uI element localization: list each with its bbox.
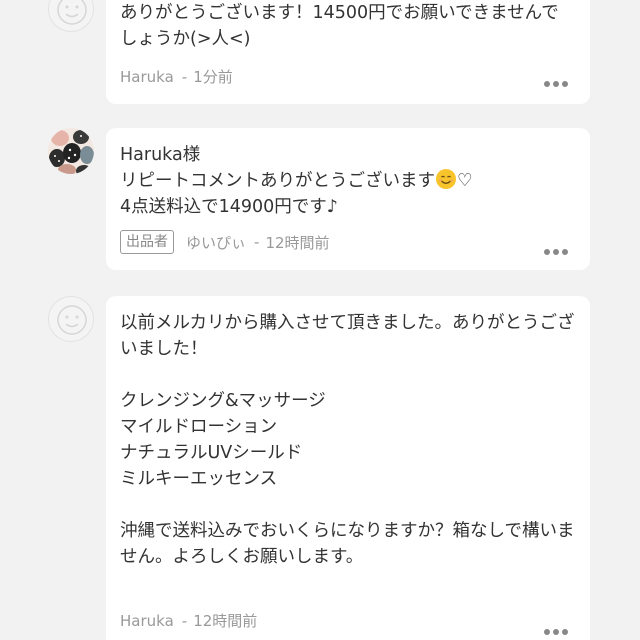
comment-time: 12時間前 — [265, 233, 330, 252]
more-options-icon[interactable] — [544, 81, 568, 87]
comment-meta: 出品者 ゆいぴぃ - 12時間前 — [120, 230, 330, 254]
default-avatar-icon[interactable] — [48, 296, 94, 342]
comment-text-line: Haruka様 — [120, 145, 201, 165]
comment-text-segment: リピートコメントありがとうございます — [120, 171, 435, 191]
comment-time: 1分前 — [193, 68, 233, 86]
comment-bubble: ありがとうございます！14500円でお願いできませんでしょうか(>人<) Har… — [106, 0, 590, 104]
comment-author[interactable]: Haruka — [120, 68, 174, 86]
more-options-icon[interactable] — [544, 629, 568, 635]
more-options-icon[interactable] — [544, 249, 568, 255]
comment-time: 12時間前 — [193, 612, 258, 630]
default-avatar-icon[interactable] — [48, 0, 94, 32]
comment-text: 以前メルカリから購入させて頂きました。ありがとうございました！ クレンジング&マ… — [120, 313, 575, 567]
comment-bubble: 以前メルカリから購入させて頂きました。ありがとうございました！ クレンジング&マ… — [106, 296, 590, 640]
patterned-avatar-icon[interactable] — [48, 128, 94, 174]
meta-separator: - — [254, 233, 260, 251]
comment-text: ありがとうございます！14500円でお願いできませんでしょうか(>人<) — [120, 3, 559, 49]
meta-separator: - — [181, 67, 188, 86]
comment-author[interactable]: Haruka — [120, 612, 174, 630]
comment-bubble: Haruka様 リピートコメントありがとうございます ♡ 4点送料込で14900… — [106, 128, 590, 270]
smile-emoji-icon — [436, 169, 456, 189]
comment-text: Haruka様 リピートコメントありがとうございます ♡ 4点送料込で14900… — [120, 142, 576, 220]
comment-text-segment: ♡ — [457, 171, 473, 191]
seller-badge: 出品者 — [120, 230, 174, 254]
comment-feed: ありがとうございます！14500円でお願いできませんでしょうか(>人<) Har… — [0, 0, 640, 640]
comment-text-line: リピートコメントありがとうございます ♡ — [120, 168, 576, 194]
comment-text-line: 4点送料込で14900円です♪ — [120, 197, 338, 217]
comment-meta: Haruka - 1分前 — [120, 66, 233, 87]
comment-meta: Haruka - 12時間前 — [120, 610, 257, 631]
meta-separator: - — [181, 611, 188, 630]
comment-author[interactable]: ゆいぴぃ — [186, 232, 246, 253]
